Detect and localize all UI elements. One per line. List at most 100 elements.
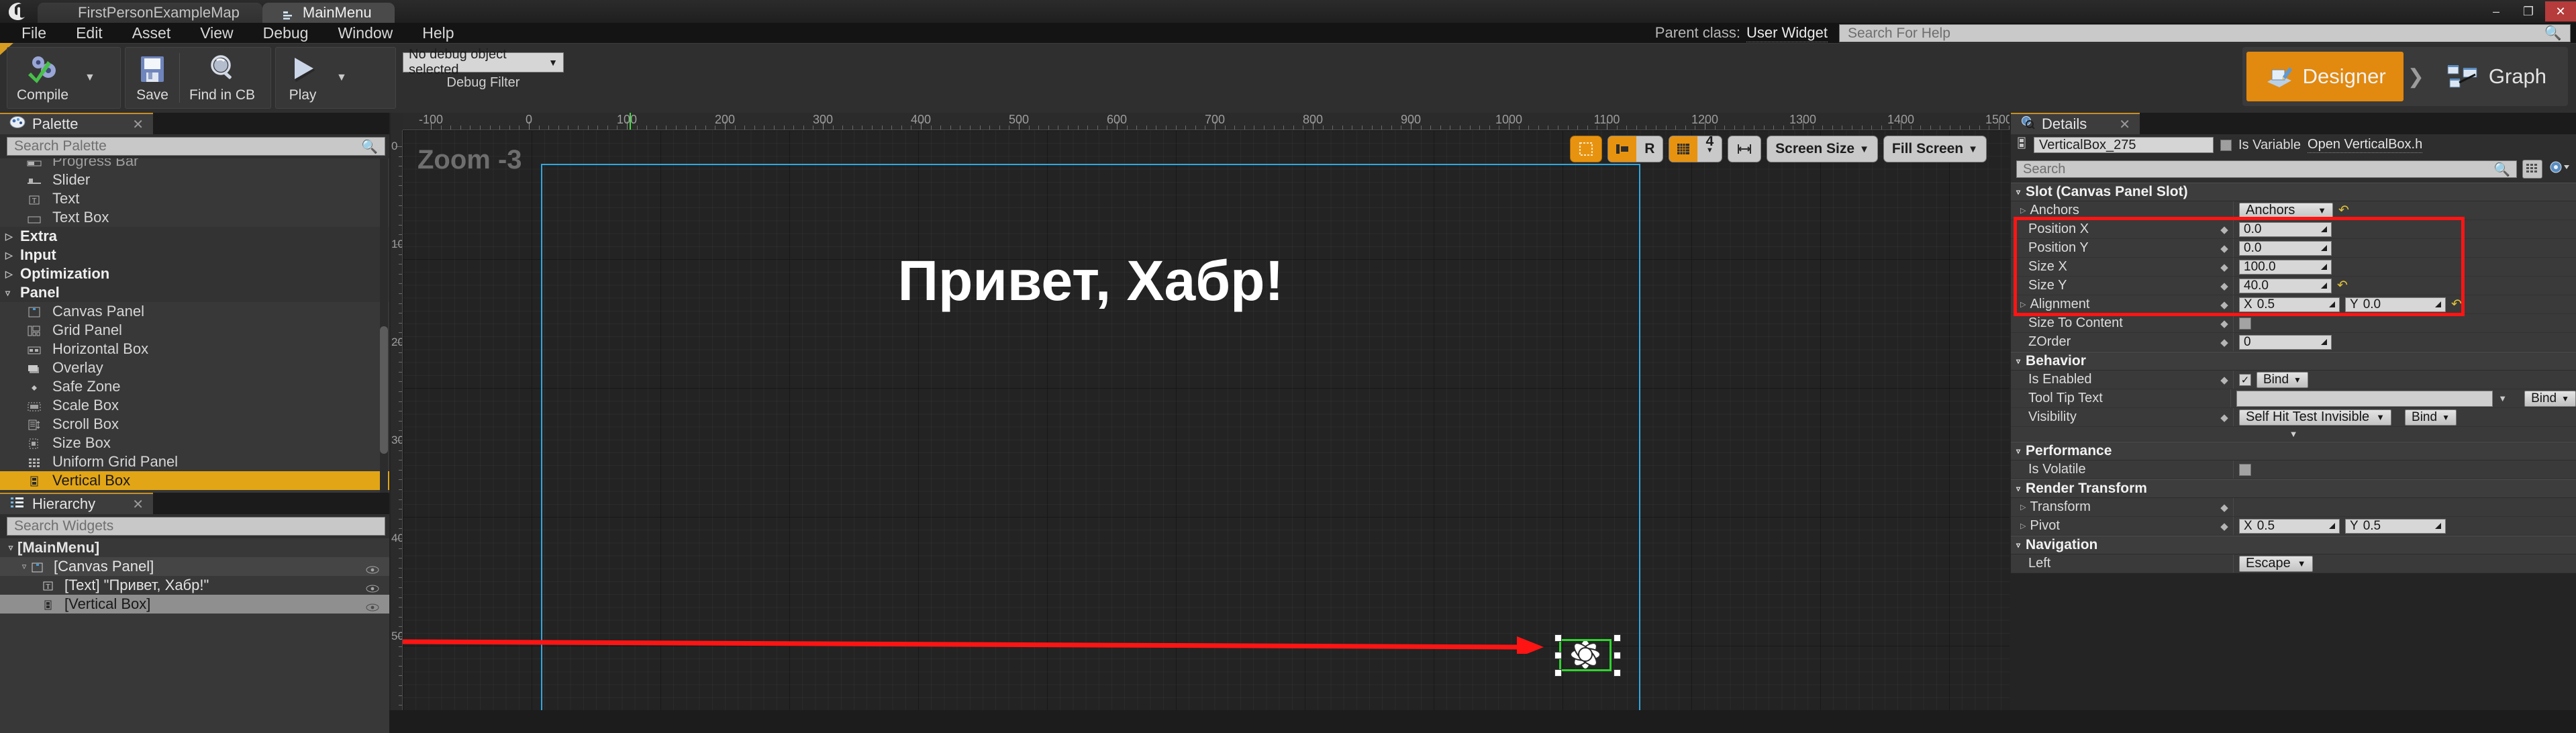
editor-tab-mainmenu[interactable]: MainMenu (262, 3, 395, 23)
fill-screen-dropdown[interactable]: Fill Screen ▼ (1883, 136, 1987, 162)
menu-item-window[interactable]: Window (323, 23, 407, 43)
maximize-button[interactable]: ❐ (2513, 1, 2544, 21)
resize-handle-top-left[interactable] (1554, 634, 1562, 642)
bind-pin-icon[interactable]: ◆ (2216, 336, 2233, 348)
resize-handle-left[interactable] (1554, 652, 1562, 659)
bind-pin-icon[interactable]: ◆ (2216, 317, 2233, 330)
eye-icon[interactable] (365, 599, 380, 612)
design-canvas[interactable]: Zoom -3 Привет, Хабр! (403, 130, 2010, 710)
palette-item-canvas-panel[interactable]: Canvas Panel (0, 302, 389, 321)
grid-snap-control[interactable]: 4 ▼ (1669, 136, 1723, 162)
chevron-right-icon[interactable]: ▷ (2020, 206, 2026, 215)
details-view-options-grid-button[interactable] (2522, 160, 2542, 179)
section-header-navigation[interactable]: ▿ Navigation (2011, 536, 2576, 554)
reset-to-default-icon[interactable]: ↶ (2338, 203, 2349, 218)
menu-item-asset[interactable]: Asset (117, 23, 186, 43)
close-icon[interactable]: ✕ (2119, 116, 2130, 133)
palette-item-progress-bar[interactable]: Progress Bar (0, 158, 389, 170)
bind-pin-icon[interactable]: ◆ (2216, 374, 2233, 386)
compile-options-dropdown[interactable]: ▼ (78, 48, 102, 108)
behavior-advanced-expander[interactable]: ▼ (2011, 427, 2576, 442)
bind-pin-icon[interactable]: ◆ (2216, 280, 2233, 292)
hierarchy-row-vertical-box[interactable]: [Vertical Box] (0, 595, 389, 614)
pivot-x-input[interactable]: X 0.5 (2239, 518, 2340, 534)
chevron-right-icon[interactable]: ▷ (2020, 503, 2026, 511)
size-y-input[interactable]: 40.0 (2239, 278, 2332, 293)
spinner-icon[interactable] (2321, 283, 2327, 289)
pivot-y-input[interactable]: Y 0.5 (2345, 518, 2446, 534)
palette-item-slider[interactable]: Slider (0, 170, 389, 189)
screen-size-dropdown[interactable]: Screen Size ▼ (1767, 136, 1878, 162)
palette-item-safe-zone[interactable]: Safe Zone (0, 377, 389, 396)
palette-item-text-box[interactable]: Text Box (0, 208, 389, 227)
bind-pin-icon[interactable]: ◆ (2216, 520, 2233, 532)
size-to-content-checkbox[interactable] (2239, 317, 2251, 330)
position-x-input[interactable]: 0.0 (2239, 222, 2332, 237)
mode-graph-button[interactable]: Graph (2428, 52, 2564, 101)
palette-item-scroll-box[interactable]: Scroll Box (0, 415, 389, 434)
anchors-dropdown[interactable]: Anchors ▼ (2239, 202, 2333, 219)
section-header-render-transform[interactable]: ▿ Render Transform (2011, 479, 2576, 498)
menu-item-debug[interactable]: Debug (248, 23, 324, 43)
spinner-icon[interactable] (2329, 523, 2335, 529)
palette-item-widget-switcher[interactable]: Widget Switcher (0, 490, 389, 493)
hierarchy-row-mainmenu[interactable]: ▿ [MainMenu] (0, 538, 389, 557)
palette-scrollbar-thumb[interactable] (380, 326, 388, 454)
editor-tab-map[interactable]: FirstPersonExampleMap (38, 3, 262, 23)
reset-to-default-icon[interactable]: ↶ (2451, 297, 2462, 312)
spinner-icon[interactable] (2321, 264, 2327, 270)
spinner-icon[interactable] (2321, 245, 2327, 251)
mode-designer-button[interactable]: Designer (2246, 52, 2404, 101)
bind-pin-icon[interactable]: ◆ (2216, 299, 2233, 311)
size-x-input[interactable]: 100.0 (2239, 259, 2332, 275)
close-icon[interactable]: ✕ (132, 496, 144, 513)
alignment-y-input[interactable]: Y 0.0 (2345, 297, 2446, 312)
bind-pin-icon[interactable]: ◆ (2216, 224, 2233, 236)
open-header-link[interactable]: Open VerticalBox.h (2308, 137, 2423, 153)
bind-pin-icon[interactable]: ◆ (2216, 501, 2233, 514)
parent-class-link[interactable]: User Widget (1746, 24, 1828, 42)
designer-viewport[interactable]: -100 0 100 200 300 400 500 600 700 800 900 1000 1100… (391, 113, 2010, 710)
palette-item-overlay[interactable]: Overlay (0, 358, 389, 377)
palette-item-vertical-box[interactable]: Vertical Box (0, 471, 389, 490)
bind-pin-icon[interactable]: ◆ (2216, 242, 2233, 254)
resize-to-content-button[interactable] (1728, 136, 1762, 162)
play-options-dropdown[interactable]: ▼ (330, 48, 354, 108)
is-enabled-bind-button[interactable]: Bind ▼ (2257, 371, 2308, 388)
tool-tip-text-input[interactable] (2236, 390, 2493, 407)
resize-handle-right[interactable] (1614, 652, 1621, 659)
debug-object-select[interactable]: No debug object selected ▼ (403, 47, 564, 77)
palette-group-input[interactable]: ▷ Input (0, 246, 389, 264)
dashed-outline-toggle[interactable] (1570, 136, 1603, 162)
nav-left-dropdown[interactable]: Escape ▼ (2239, 555, 2313, 572)
compile-button[interactable]: Compile (7, 48, 78, 108)
is-variable-checkbox[interactable] (2220, 139, 2232, 151)
bind-pin-icon[interactable]: ◆ (2216, 261, 2233, 273)
palette-item-text[interactable]: T Text (0, 189, 389, 208)
hierarchy-row-text[interactable]: T [Text] "Привет, Хабр!" (0, 576, 389, 595)
hierarchy-row-canvas-panel[interactable]: ▿ [Canvas Panel] (0, 557, 389, 576)
reset-to-default-icon[interactable]: ↶ (2337, 278, 2348, 293)
details-tab[interactable]: i Details ✕ (2011, 113, 2140, 134)
play-button[interactable]: Play (276, 48, 330, 108)
hierarchy-tab[interactable]: Hierarchy ✕ (0, 493, 153, 514)
spinner-icon[interactable] (2321, 226, 2327, 232)
spinner-icon[interactable] (2435, 523, 2441, 529)
palette-item-grid-panel[interactable]: Grid Panel (0, 321, 389, 340)
details-search-input[interactable]: Search 🔍 (2016, 160, 2517, 178)
close-icon[interactable]: ✕ (132, 116, 144, 133)
menu-item-edit[interactable]: Edit (61, 23, 117, 43)
section-header-slot[interactable]: ▿ Slot (Canvas Panel Slot) (2011, 183, 2576, 201)
chevron-down-icon[interactable]: ▼ (2498, 393, 2507, 403)
find-in-content-browser-button[interactable]: Find in CB (180, 48, 264, 108)
palette-item-horizontal-box[interactable]: Horizontal Box (0, 340, 389, 358)
help-search-input[interactable]: Search For Help 🔍 (1839, 24, 2571, 42)
resize-handle-bottom-left[interactable] (1554, 669, 1562, 677)
palette-group-optimization[interactable]: ▷ Optimization (0, 264, 389, 283)
details-settings-dropdown[interactable] (2548, 160, 2571, 179)
menu-item-view[interactable]: View (185, 23, 248, 43)
position-y-input[interactable]: 0.0 (2239, 240, 2332, 256)
palette-item-uniform-grid-panel[interactable]: Uniform Grid Panel (0, 452, 389, 471)
palette-item-size-box[interactable]: Size Box (0, 434, 389, 452)
localization-preview-toggle[interactable]: R (1607, 136, 1664, 162)
